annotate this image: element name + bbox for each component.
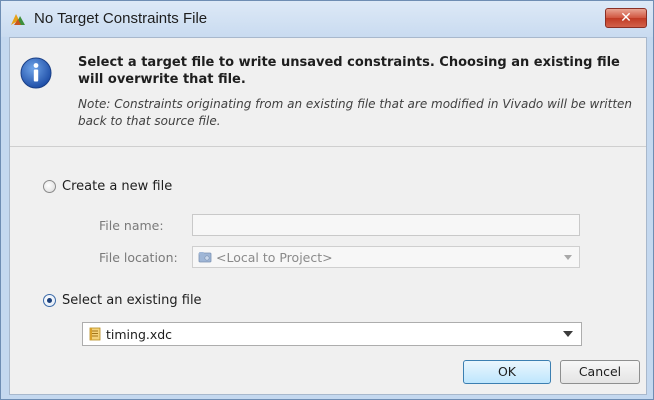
chevron-down-icon[interactable] bbox=[563, 331, 573, 337]
file-location-label: File location: bbox=[99, 250, 178, 265]
create-new-file-option[interactable]: Create a new file bbox=[43, 179, 172, 194]
select-existing-file-option[interactable]: Select an existing file bbox=[43, 293, 202, 308]
cancel-button[interactable]: Cancel bbox=[560, 360, 640, 384]
select-existing-file-radio[interactable] bbox=[43, 294, 56, 307]
close-button[interactable]: ✕ bbox=[605, 8, 647, 28]
chevron-down-icon[interactable] bbox=[564, 255, 572, 260]
info-icon bbox=[20, 57, 52, 89]
close-icon: ✕ bbox=[620, 10, 632, 26]
message-note: Note: Constraints originating from an ex… bbox=[78, 97, 633, 128]
file-location-select[interactable]: <Local to Project> bbox=[192, 246, 580, 268]
dialog-window: No Target Constraints File ✕ Select a ta… bbox=[0, 0, 654, 400]
file-name-input[interactable] bbox=[192, 214, 580, 236]
constraints-file-icon bbox=[89, 327, 101, 341]
ok-button[interactable]: OK bbox=[463, 360, 551, 384]
message-heading: Select a target file to write unsaved co… bbox=[78, 55, 620, 87]
vivado-logo-icon bbox=[11, 14, 25, 25]
window-title: No Target Constraints File bbox=[34, 10, 208, 27]
select-existing-file-label: Select an existing file bbox=[62, 293, 202, 308]
folder-icon bbox=[198, 252, 212, 263]
create-new-file-radio[interactable] bbox=[43, 180, 56, 193]
existing-file-select[interactable]: timing.xdc bbox=[82, 322, 582, 346]
title-bar[interactable]: No Target Constraints File ✕ bbox=[1, 1, 653, 37]
create-new-file-label: Create a new file bbox=[62, 179, 173, 194]
file-location-value: <Local to Project> bbox=[216, 249, 333, 265]
file-name-label: File name: bbox=[99, 218, 164, 233]
separator bbox=[10, 146, 646, 147]
existing-file-value: timing.xdc bbox=[106, 326, 173, 342]
dialog-body: Select a target file to write unsaved co… bbox=[9, 37, 647, 395]
